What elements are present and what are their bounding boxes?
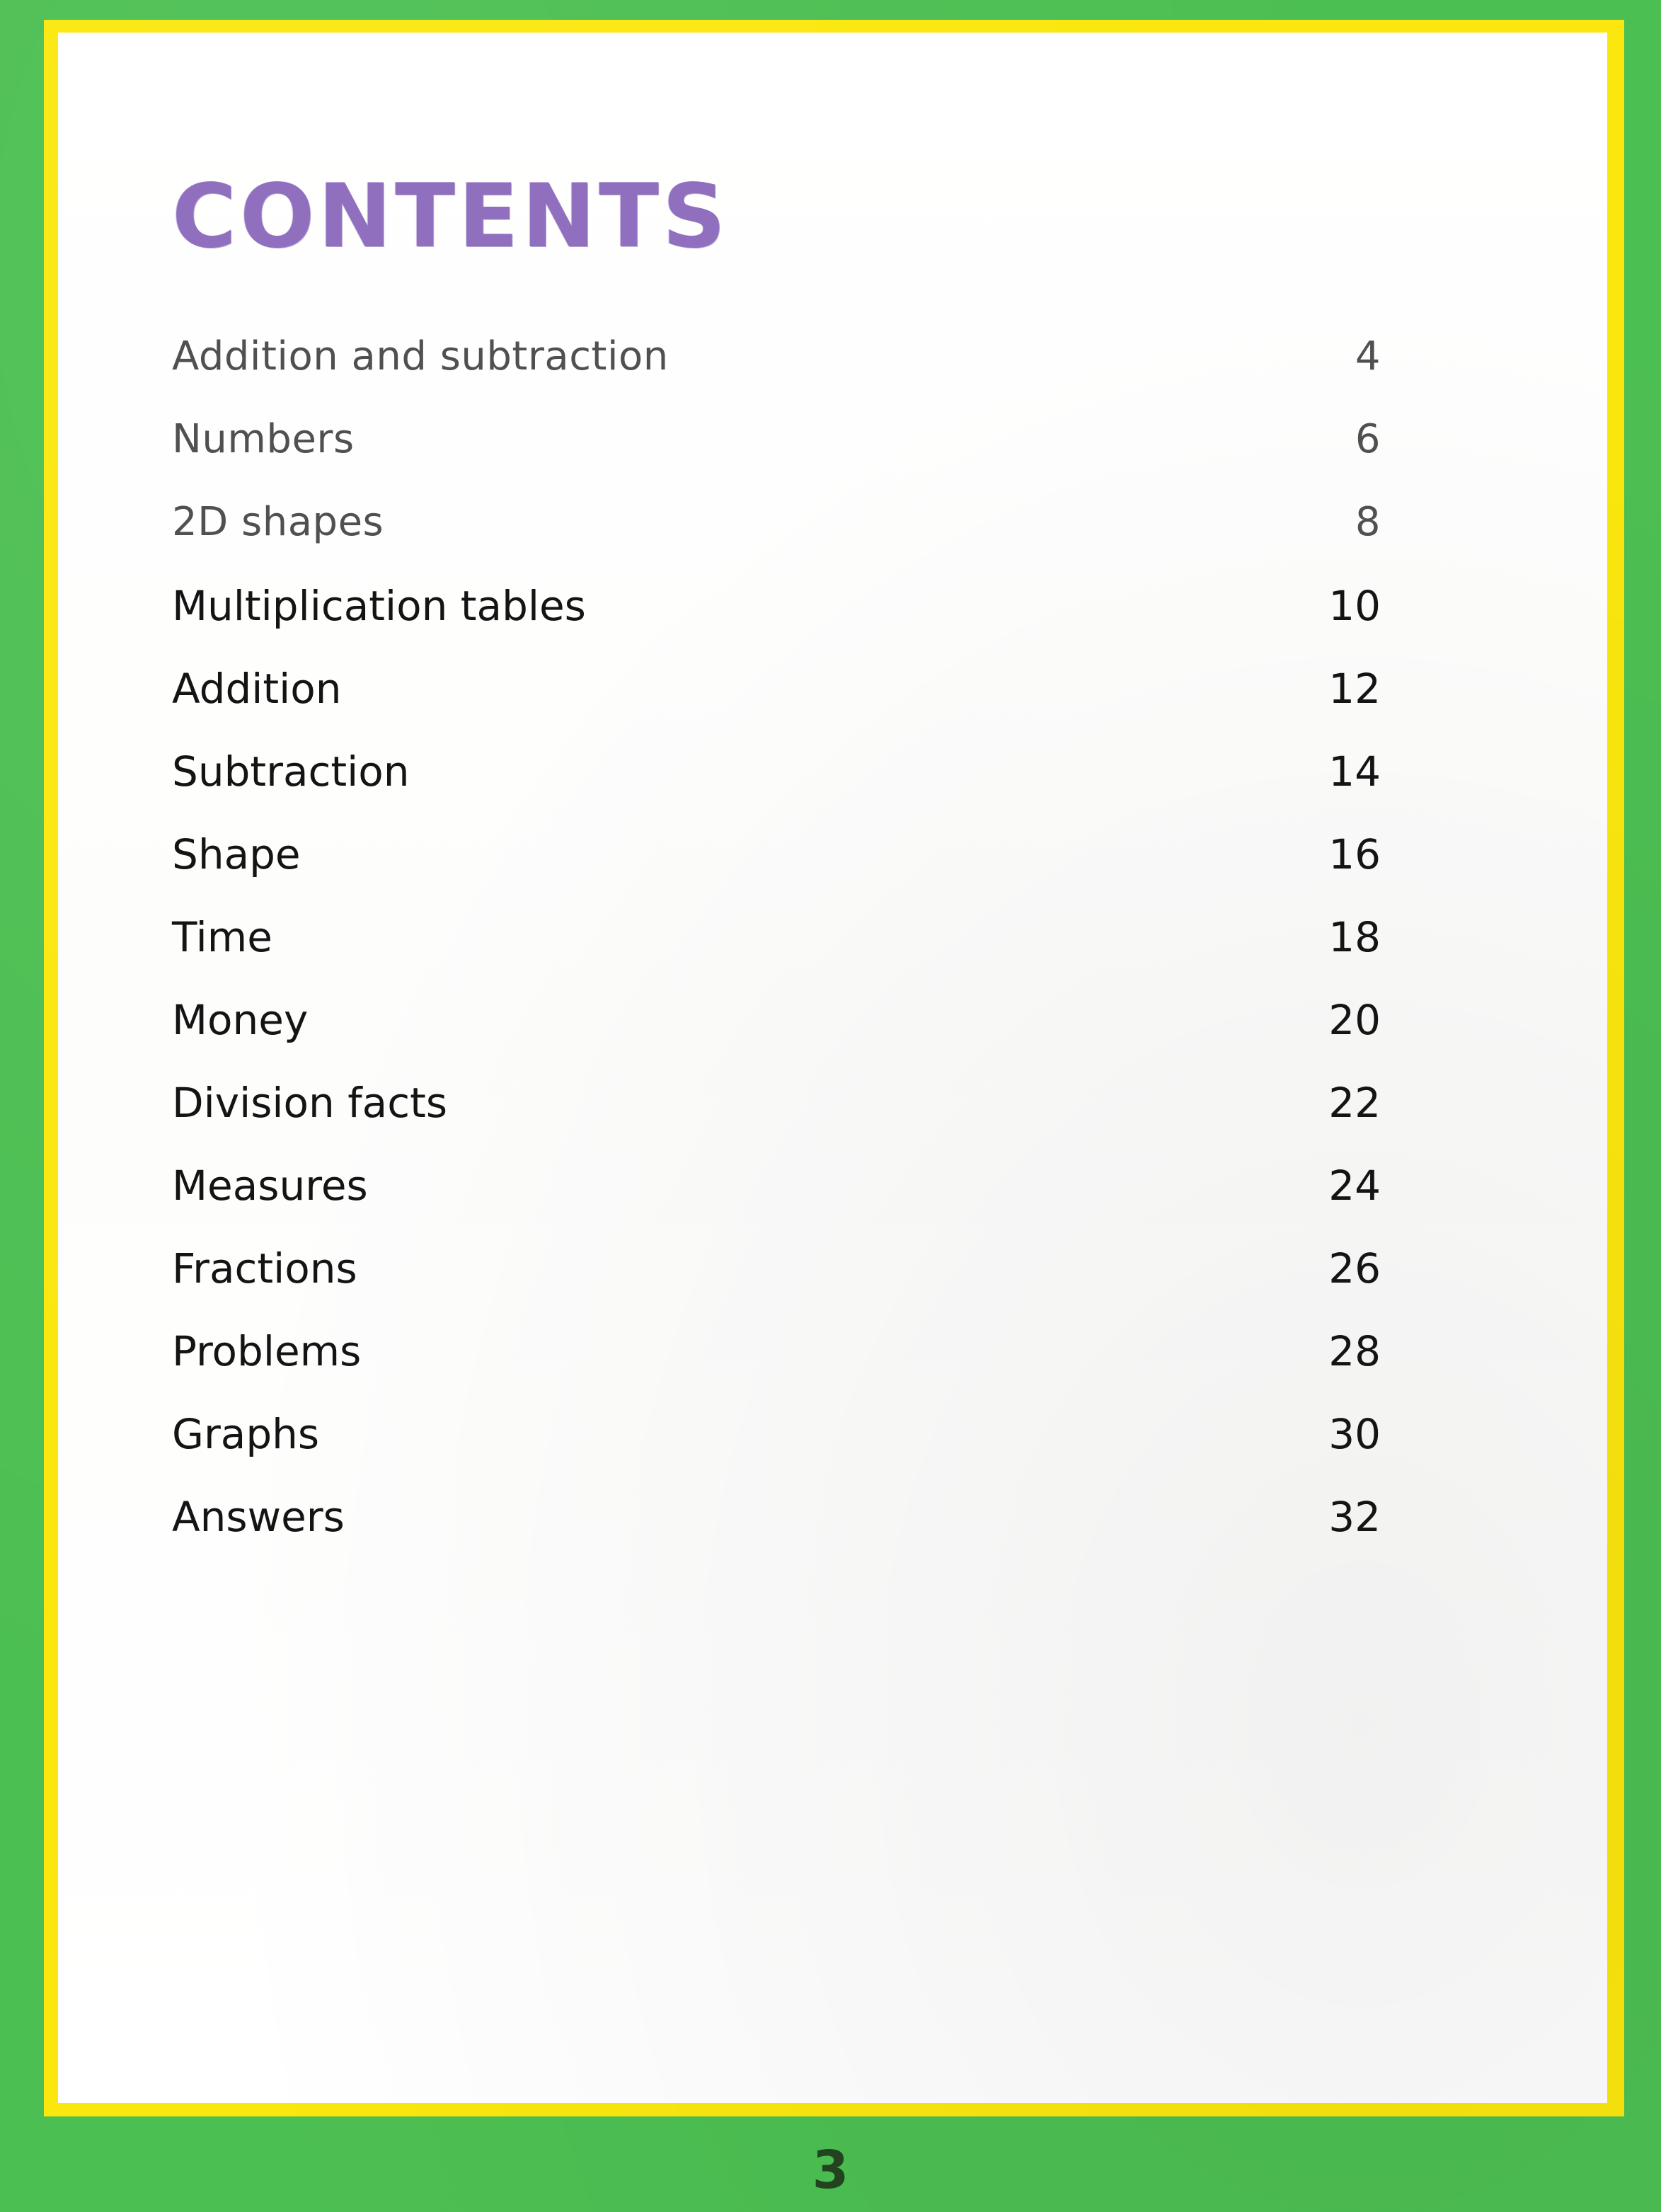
toc-entry-page-number: 28 xyxy=(1328,1327,1381,1375)
toc-entry-page-number: 26 xyxy=(1328,1244,1381,1293)
toc-entry-label: Measures xyxy=(172,1162,368,1210)
toc-entry-page-number: 20 xyxy=(1328,996,1381,1044)
toc-entry-label: Addition xyxy=(172,665,342,713)
page-title: CONTENTS xyxy=(172,166,730,268)
toc-entry[interactable]: Addition 12 xyxy=(172,668,1381,751)
toc-entry-page-number: 18 xyxy=(1328,913,1381,961)
toc-entry[interactable]: Money 20 xyxy=(172,999,1381,1082)
toc-entry[interactable]: Numbers 6 xyxy=(172,420,1381,503)
toc-entry[interactable]: Measures 24 xyxy=(172,1165,1381,1248)
toc-entry[interactable]: Subtraction 14 xyxy=(172,751,1381,834)
toc-entry-label: Money xyxy=(172,996,309,1044)
toc-entry[interactable]: Answers 32 xyxy=(172,1496,1381,1579)
toc-entry-label: Problems xyxy=(172,1327,362,1375)
toc-entry-label: Addition and subtraction xyxy=(172,333,669,379)
toc-entry-label: Graphs xyxy=(172,1410,320,1458)
toc-entry-page-number: 22 xyxy=(1328,1079,1381,1127)
toc-entry-page-number: 16 xyxy=(1328,830,1381,878)
toc-entry-label: 2D shapes xyxy=(172,499,384,545)
toc-entry-page-number: 8 xyxy=(1355,499,1381,545)
toc-entry-label: Subtraction xyxy=(172,747,410,796)
toc-entry-page-number: 14 xyxy=(1328,747,1381,796)
toc-entry-page-number: 4 xyxy=(1355,333,1381,379)
toc-entry[interactable]: Time 18 xyxy=(172,917,1381,999)
toc-entry[interactable]: Multiplication tables 10 xyxy=(172,585,1381,668)
toc-entry[interactable]: Graphs 30 xyxy=(172,1414,1381,1496)
toc-entry-label: Multiplication tables xyxy=(172,582,586,630)
toc-entry-page-number: 10 xyxy=(1328,582,1381,630)
toc-entry[interactable]: Addition and subtraction 4 xyxy=(172,337,1381,420)
toc-entry[interactable]: 2D shapes 8 xyxy=(172,503,1381,585)
book-page: CONTENTS Addition and subtraction 4 Number… xyxy=(0,0,1661,2212)
toc-entry[interactable]: Fractions 26 xyxy=(172,1248,1381,1331)
toc-entry-label: Time xyxy=(172,913,272,961)
toc-entry-label: Shape xyxy=(172,830,301,878)
toc-entry[interactable]: Division facts 22 xyxy=(172,1082,1381,1165)
toc-entry-page-number: 32 xyxy=(1328,1493,1381,1541)
toc-entry-page-number: 6 xyxy=(1355,416,1381,462)
white-content-sheet: CONTENTS Addition and subtraction 4 Number… xyxy=(58,33,1607,2103)
toc-entry-page-number: 12 xyxy=(1328,665,1381,713)
toc-entry-label: Fractions xyxy=(172,1244,357,1293)
table-of-contents: Addition and subtraction 4 Numbers 6 2D shap… xyxy=(172,337,1381,1579)
toc-entry-label: Numbers xyxy=(172,416,355,462)
toc-entry-label: Division facts xyxy=(172,1079,448,1127)
toc-entry-page-number: 30 xyxy=(1328,1410,1381,1458)
folio-page-number: 3 xyxy=(812,2140,849,2201)
toc-entry[interactable]: Problems 28 xyxy=(172,1331,1381,1414)
toc-entry-label: Answers xyxy=(172,1493,345,1541)
toc-entry[interactable]: Shape 16 xyxy=(172,834,1381,917)
toc-entry-page-number: 24 xyxy=(1328,1162,1381,1210)
